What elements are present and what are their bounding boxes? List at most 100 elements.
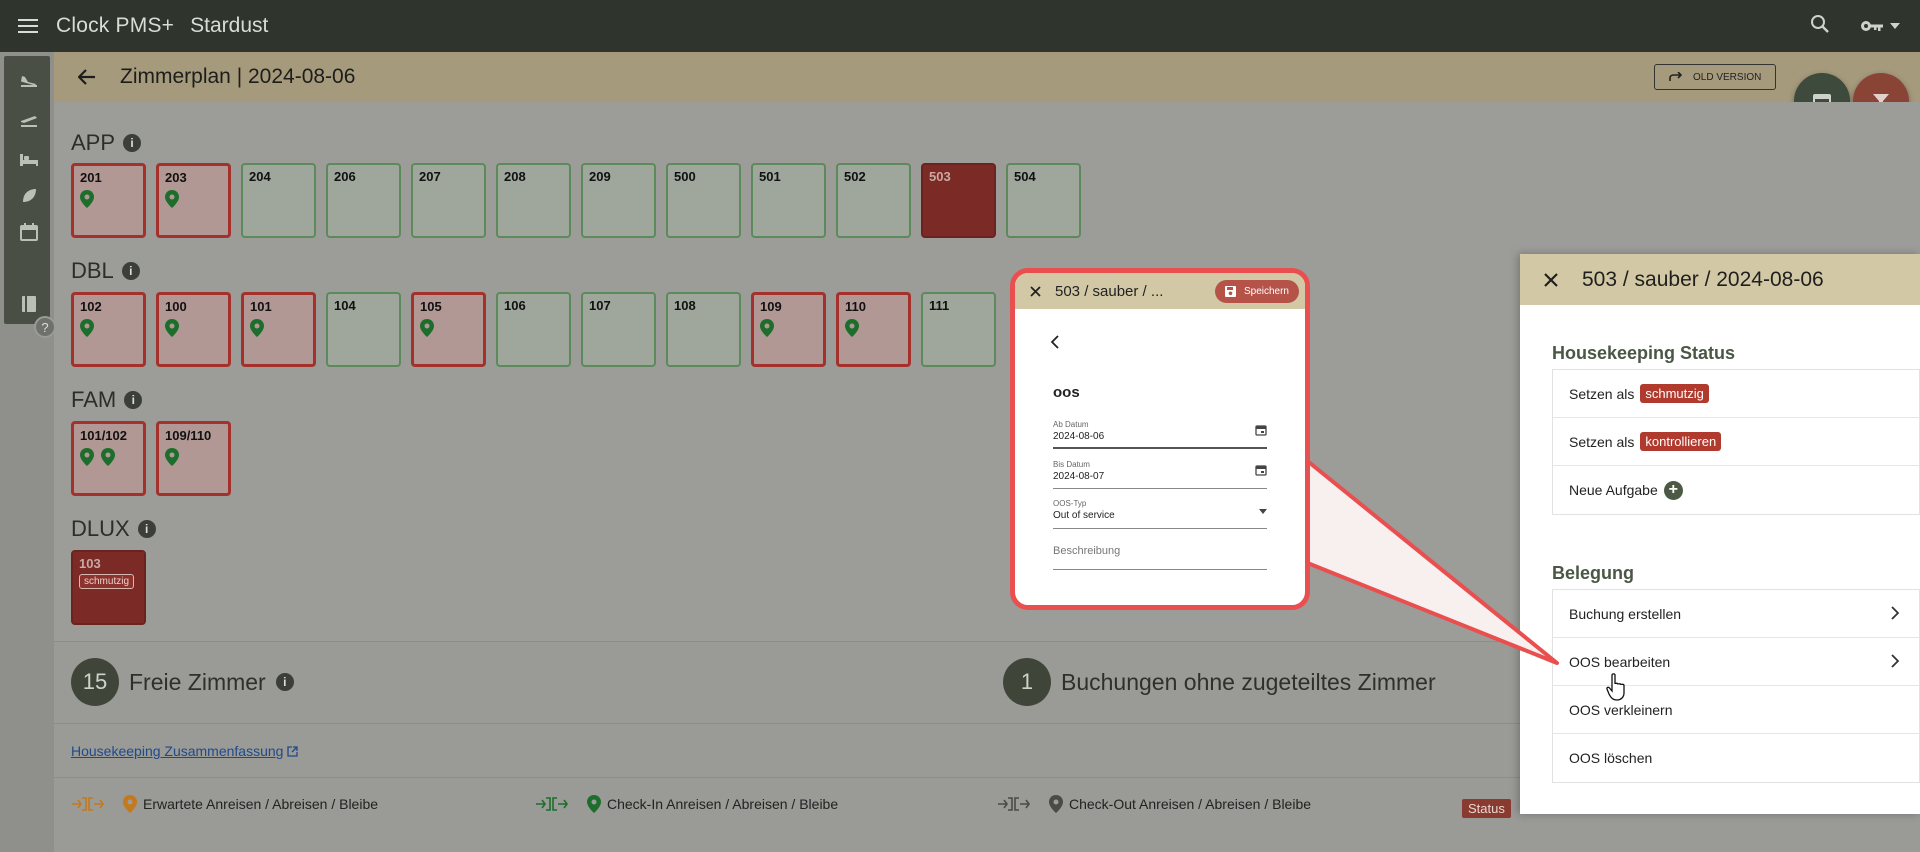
room-tile[interactable]: 110 bbox=[836, 292, 911, 367]
room-tile[interactable]: 109 bbox=[751, 292, 826, 367]
calendar-icon[interactable] bbox=[1255, 424, 1267, 436]
leaf-icon[interactable] bbox=[17, 184, 41, 208]
panel-header: 503 / sauber / 2024-08-06 bbox=[1520, 254, 1920, 305]
delete-oos-label: OOS löschen bbox=[1569, 750, 1653, 766]
old-version-button[interactable]: OLD VERSION bbox=[1654, 64, 1777, 90]
room-tile[interactable]: 504 bbox=[1006, 163, 1081, 238]
info-icon[interactable]: i bbox=[124, 391, 143, 409]
room-tile[interactable]: 105 bbox=[411, 292, 486, 367]
location-pin-icon bbox=[101, 448, 115, 466]
room-tile[interactable]: 101 bbox=[241, 292, 316, 367]
free-rooms-stat: 15 Freie Zimmer i bbox=[71, 658, 294, 706]
from-date-field[interactable]: Ab Datum 2024-08-06 bbox=[1053, 420, 1267, 449]
room-tile[interactable]: 100 bbox=[156, 292, 231, 367]
page-title: Zimmerplan | 2024-08-06 bbox=[120, 65, 356, 88]
room-tile[interactable]: 111 bbox=[921, 292, 996, 367]
room-number: 105 bbox=[420, 299, 442, 314]
to-date-field[interactable]: Bis Datum 2024-08-07 bbox=[1053, 460, 1267, 489]
info-icon[interactable]: i bbox=[137, 520, 156, 538]
location-pin-icon bbox=[80, 190, 94, 208]
room-tile[interactable]: 204 bbox=[241, 163, 316, 238]
room-tile[interactable]: 108 bbox=[666, 292, 741, 367]
info-icon[interactable]: i bbox=[275, 673, 294, 691]
room-tile[interactable]: 208 bbox=[496, 163, 571, 238]
rail-menu bbox=[4, 56, 50, 324]
room-tile[interactable]: 109/110 bbox=[156, 421, 231, 496]
room-tile[interactable]: 107 bbox=[581, 292, 656, 367]
info-icon[interactable]: i bbox=[123, 134, 142, 152]
delete-oos-item[interactable]: OOS löschen bbox=[1553, 734, 1919, 782]
room-pins bbox=[165, 190, 222, 208]
set-as-label: Setzen als bbox=[1569, 433, 1635, 450]
room-tile[interactable]: 500 bbox=[666, 163, 741, 238]
legend-checkout-label: Check-Out Anreisen / Abreisen / Bleibe bbox=[1069, 796, 1312, 812]
room-number: 110 bbox=[845, 299, 866, 314]
close-icon[interactable] bbox=[1015, 285, 1055, 297]
location-pin-icon bbox=[80, 448, 94, 466]
room-pins bbox=[845, 319, 902, 337]
room-tile[interactable]: 207 bbox=[411, 163, 486, 238]
to-date-value: 2024-08-07 bbox=[1053, 471, 1105, 482]
room-tile[interactable]: 106 bbox=[496, 292, 571, 367]
menu-icon[interactable] bbox=[0, 0, 56, 52]
hand-cursor-icon bbox=[1606, 673, 1625, 701]
back-arrow-icon[interactable] bbox=[54, 69, 120, 85]
from-date-value: 2024-08-06 bbox=[1053, 431, 1105, 442]
description-field[interactable]: Beschreibung bbox=[1053, 541, 1267, 570]
shrink-oos-label: OOS verkleinern bbox=[1569, 701, 1673, 718]
category-label: DBL bbox=[71, 258, 114, 283]
room-tile[interactable]: 503 bbox=[921, 163, 996, 238]
room-number: 108 bbox=[674, 298, 696, 313]
status-badge: schmutzig bbox=[79, 574, 135, 589]
room-tile[interactable]: 201 bbox=[71, 163, 146, 238]
oos-edit-callout: 503 / sauber / ... Speichern oos Ab Datu… bbox=[1010, 268, 1310, 610]
close-icon[interactable] bbox=[1520, 272, 1582, 288]
create-booking-item[interactable]: Buchung erstellen bbox=[1553, 590, 1919, 638]
flight-takeoff-icon[interactable] bbox=[17, 108, 41, 132]
room-pins bbox=[420, 319, 477, 337]
bed-icon[interactable] bbox=[17, 148, 41, 172]
oos-type-value: Out of service bbox=[1053, 510, 1115, 521]
set-dirty-item[interactable]: Setzen als schmutzig bbox=[1553, 370, 1919, 418]
room-number: 503 bbox=[929, 169, 951, 184]
arrivals-departures-icon bbox=[998, 797, 1030, 811]
room-tile[interactable]: 203 bbox=[156, 163, 231, 238]
unassigned-label: Buchungen ohne zugeteiltes Zimmer bbox=[1061, 668, 1436, 695]
calendar-icon[interactable] bbox=[1255, 464, 1267, 476]
legend-checkout: Check-Out Anreisen / Abreisen / Bleibe bbox=[997, 795, 1311, 813]
room-tile[interactable]: 501 bbox=[751, 163, 826, 238]
room-number: 206 bbox=[334, 169, 356, 184]
info-icon[interactable]: i bbox=[121, 262, 140, 280]
location-pin-icon bbox=[250, 319, 264, 337]
set-inspect-item[interactable]: Setzen als kontrollieren bbox=[1553, 418, 1919, 466]
unassigned-bookings-stat: 1 Buchungen ohne zugeteiltes Zimmer bbox=[1003, 658, 1436, 706]
room-tile[interactable]: 102 bbox=[71, 292, 146, 367]
room-tile[interactable]: 103 schmutzig bbox=[71, 550, 146, 625]
housekeeping-summary-link[interactable]: Housekeeping Zusammenfassung bbox=[71, 743, 299, 759]
description-placeholder: Beschreibung bbox=[1053, 545, 1121, 557]
chevron-down-icon bbox=[1890, 23, 1900, 29]
room-tile[interactable]: 206 bbox=[326, 163, 401, 238]
add-circle-icon[interactable]: + bbox=[1663, 480, 1683, 500]
oos-type-select[interactable]: OOS-Typ Out of service bbox=[1053, 499, 1267, 529]
new-task-item[interactable]: Neue Aufgabe + bbox=[1553, 466, 1919, 514]
location-pin-icon bbox=[80, 319, 94, 337]
room-tile[interactable]: 502 bbox=[836, 163, 911, 238]
help-icon[interactable]: ? bbox=[34, 316, 56, 338]
status-inspect-chip: kontrollieren bbox=[1640, 432, 1722, 451]
room-tile[interactable]: 101/102 bbox=[71, 421, 146, 496]
callout-header: 503 / sauber / ... Speichern bbox=[1015, 273, 1305, 309]
chevron-right-icon bbox=[1891, 606, 1899, 620]
room-tile[interactable]: 209 bbox=[581, 163, 656, 238]
chevron-left-icon[interactable] bbox=[1050, 335, 1059, 354]
save-button[interactable]: Speichern bbox=[1214, 280, 1299, 303]
key-icon[interactable] bbox=[1860, 19, 1900, 33]
calendar-icon[interactable] bbox=[17, 220, 41, 244]
legend-expected: Erwartete Anreisen / Abreisen / Bleibe bbox=[71, 795, 378, 813]
book-icon[interactable] bbox=[17, 292, 41, 316]
search-icon[interactable] bbox=[1810, 14, 1830, 39]
category-label: APP bbox=[71, 130, 116, 155]
flight-land-icon[interactable] bbox=[17, 68, 41, 92]
room-number: 102 bbox=[80, 299, 102, 314]
room-tile[interactable]: 104 bbox=[326, 292, 401, 367]
